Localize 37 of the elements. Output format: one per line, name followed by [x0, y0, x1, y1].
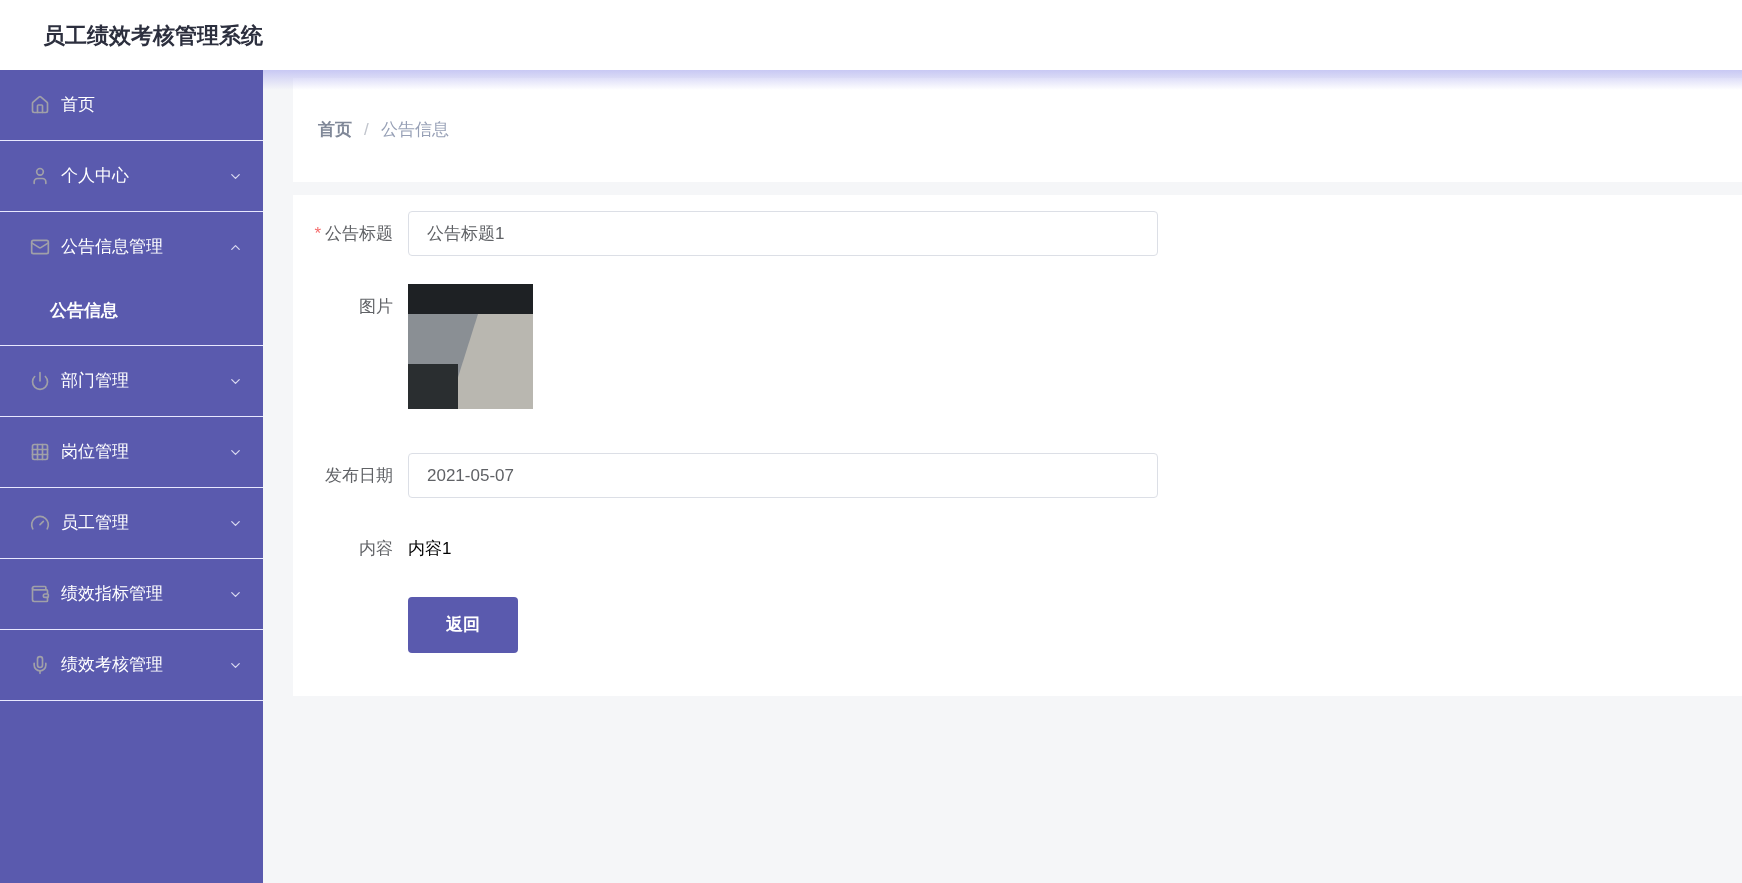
microphone-icon: [30, 655, 50, 675]
menu-label: 绩效指标管理: [61, 583, 163, 606]
wallet-icon: [30, 584, 50, 604]
field-label: 内容: [359, 538, 393, 560]
menu-label: 个人中心: [61, 165, 129, 188]
menu-label: 员工管理: [61, 512, 129, 535]
menu-item[interactable]: 部门管理: [0, 346, 263, 416]
content-text: 内容1: [408, 538, 452, 560]
breadcrumb-separator: /: [364, 119, 369, 142]
menu-label: 公告信息管理: [61, 236, 163, 259]
back-button[interactable]: 返回: [408, 596, 518, 653]
field-label: 发布日期: [325, 464, 393, 487]
menu-item[interactable]: 绩效指标管理: [0, 559, 263, 629]
menu-label: 绩效考核管理: [61, 654, 163, 677]
menu-item[interactable]: 岗位管理: [0, 417, 263, 487]
menu-item[interactable]: 员工管理: [0, 488, 263, 558]
breadcrumb-link[interactable]: 首页: [318, 117, 352, 143]
menu-item[interactable]: 个人中心: [0, 141, 263, 211]
required-asterisk: *: [314, 222, 321, 245]
mail-icon: [30, 237, 50, 257]
submenu-item[interactable]: 公告信息: [0, 282, 263, 345]
grid-icon: [30, 442, 50, 462]
input-field[interactable]: 公告标题1: [408, 211, 1158, 256]
menu-item[interactable]: 首页: [0, 70, 263, 140]
menu-item[interactable]: 公告信息管理: [0, 212, 263, 282]
app-title: 员工绩效考核管理系统: [43, 21, 263, 50]
input-field[interactable]: 2021-05-07: [408, 453, 1158, 498]
user-icon: [30, 166, 50, 186]
menu-label: 部门管理: [61, 370, 129, 393]
power-icon: [30, 371, 50, 391]
gauge-icon: [30, 513, 50, 533]
menu-item[interactable]: 绩效考核管理: [0, 630, 263, 700]
menu-label: 岗位管理: [61, 441, 129, 464]
menu-label: 首页: [61, 94, 95, 117]
field-label: 图片: [359, 296, 393, 318]
field-label: 公告标题: [325, 222, 393, 245]
home-icon: [30, 95, 50, 115]
